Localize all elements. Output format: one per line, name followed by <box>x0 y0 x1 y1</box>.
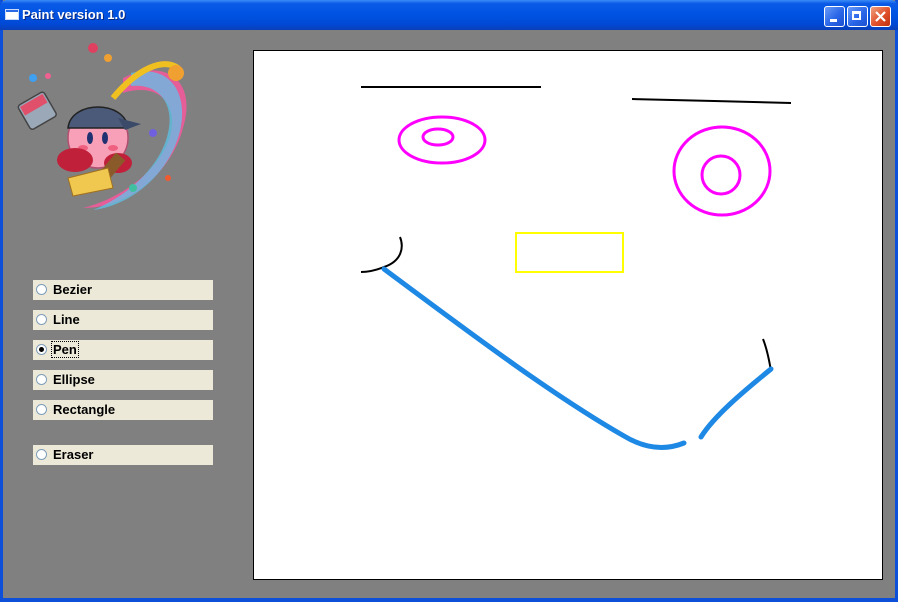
rectangle-radio[interactable] <box>36 404 47 415</box>
right-eye-inner-ellipse <box>700 154 742 196</box>
tool-label: Pen <box>51 341 79 358</box>
tool-bezier[interactable]: Bezier <box>33 280 213 300</box>
close-icon <box>875 11 886 22</box>
tool-ellipse[interactable]: Ellipse <box>33 370 213 390</box>
ellipse-radio[interactable] <box>36 374 47 385</box>
tool-rectangle[interactable]: Rectangle <box>33 400 213 420</box>
tool-pen[interactable]: Pen <box>33 340 213 360</box>
tool-label: Ellipse <box>53 372 95 387</box>
eraser-radio[interactable] <box>36 449 47 460</box>
tool-eraser[interactable]: Eraser <box>33 445 213 465</box>
close-button[interactable] <box>870 6 891 27</box>
paint-window: Paint version 1.0 Bezier Line Pen Ellips… <box>0 0 898 602</box>
smile-left-pen-stroke <box>381 266 687 450</box>
line-radio[interactable] <box>36 314 47 325</box>
tool-label: Line <box>53 312 80 327</box>
minimize-button[interactable] <box>824 6 845 27</box>
title-bar[interactable]: Paint version 1.0 <box>0 0 898 30</box>
right-dimple-bezier <box>762 338 772 372</box>
left-eye-inner-ellipse <box>421 127 455 147</box>
right-eye-outer-ellipse <box>672 125 772 217</box>
app-icon <box>5 9 19 20</box>
canvas-drawing <box>360 86 792 450</box>
window-title: Paint version 1.0 <box>22 7 126 22</box>
drawing-canvas[interactable] <box>253 50 883 580</box>
smile-right-pen-stroke <box>698 366 774 440</box>
maximize-button[interactable] <box>847 6 868 27</box>
tool-label: Eraser <box>53 447 94 462</box>
tool-label: Bezier <box>53 282 93 297</box>
left-eye-outer-ellipse <box>397 115 487 165</box>
tool-line[interactable]: Line <box>33 310 213 330</box>
bezier-radio[interactable] <box>36 284 47 295</box>
left-dimple-bezier <box>360 236 403 273</box>
eyebrow-right-line <box>631 98 792 104</box>
kirby-painter-logo <box>17 43 187 210</box>
nose-rectangle <box>515 232 624 273</box>
tool-label: Rectangle <box>53 402 116 417</box>
pen-radio[interactable] <box>36 344 47 355</box>
